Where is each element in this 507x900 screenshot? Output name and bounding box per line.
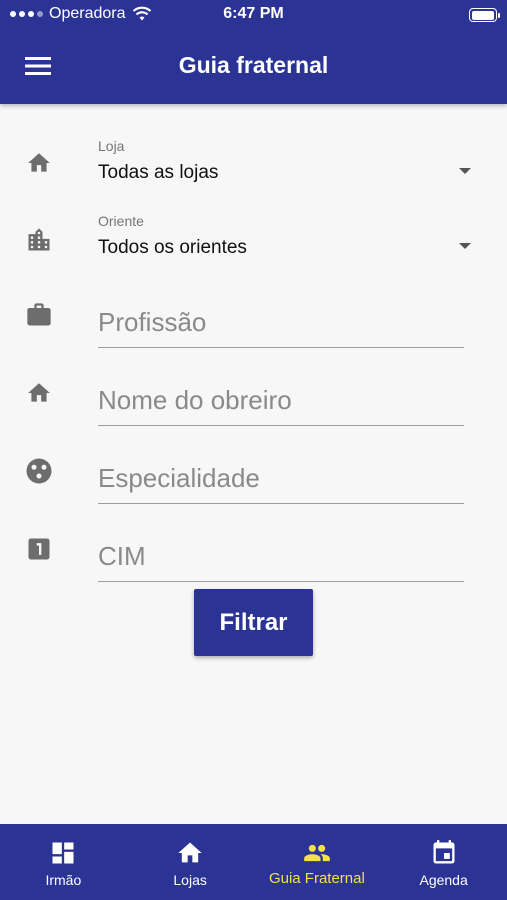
signal-icon [10,11,43,17]
app-bar: Operadora 6:47 PM Guia fraternal [0,0,507,104]
nome-obreiro-input[interactable] [98,376,464,426]
carrier-label: Operadora [49,5,126,22]
nav-item-guia-fraternal[interactable]: Guia Fraternal [254,824,381,900]
especialidade-input[interactable] [98,454,464,504]
loja-select-area[interactable] [98,138,478,188]
dashboard-icon [48,838,78,868]
briefcase-icon [24,300,54,330]
nav-item-lojas[interactable]: Lojas [127,824,254,900]
profissao-input[interactable] [98,298,464,348]
filter-button[interactable]: Filtrar [194,589,313,656]
status-bar: Operadora 6:47 PM [0,0,507,30]
nav-label: Agenda [419,872,468,888]
nav-item-irmao[interactable]: Irmão [0,824,127,900]
bottom-nav: Irmão Lojas Guia Fraternal Agenda [0,824,507,900]
oriente-select-area[interactable] [98,213,478,263]
status-left: Operadora [10,5,152,23]
looks-one-icon [24,534,54,564]
hamburger-icon [25,57,51,75]
battery-icon [469,8,500,22]
nav-item-agenda[interactable]: Agenda [380,824,507,900]
city-icon [24,225,54,255]
nav-label: Lojas [173,872,207,888]
home-icon [175,838,205,868]
nav-label: Guia Fraternal [268,870,365,887]
menu-button[interactable] [20,50,56,82]
nav-label: Irmão [45,872,82,888]
palette-icon [24,456,54,486]
wifi-icon [132,6,151,21]
page-title: Guia fraternal [178,52,329,78]
calendar-icon [429,838,459,868]
home-icon [24,148,54,178]
cim-input[interactable] [98,532,464,582]
people-icon [302,838,332,868]
home-icon [24,378,54,408]
